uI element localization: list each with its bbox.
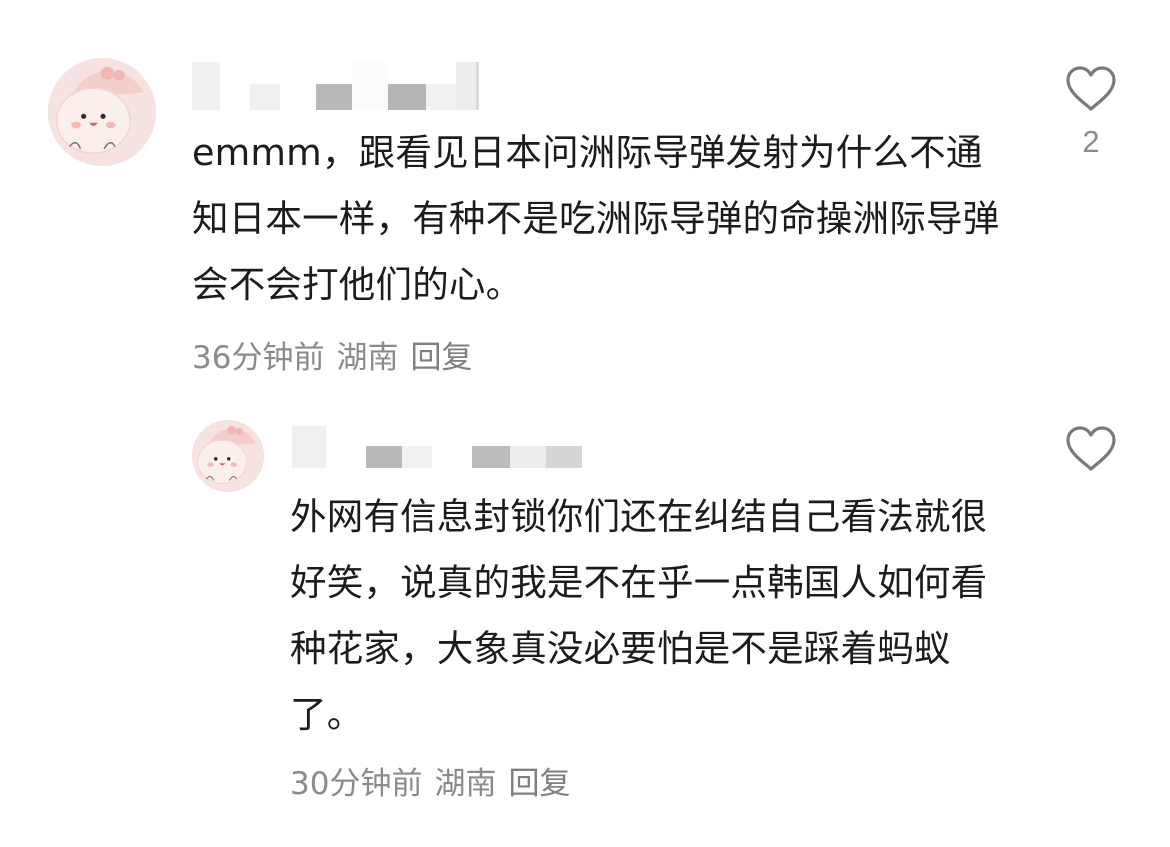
user-avatar[interactable] <box>48 58 156 166</box>
heart-outline-icon <box>1066 426 1116 471</box>
comment-time: 30分钟前 <box>290 766 423 802</box>
like-count: 2 <box>1082 124 1100 159</box>
reply-button[interactable]: 回复 <box>410 332 472 377</box>
comment-time: 36分钟前 <box>192 340 325 376</box>
cartoon-avatar-icon <box>192 420 264 492</box>
comment-meta: 30分钟前 湖南 回复 <box>290 758 570 803</box>
comment-text: emmm，跟看见日本问洲际导弹发射为什么不通知日本一样，有种不是吃洲际导弹的命操… <box>192 131 1000 306</box>
comment-item: emmm，跟看见日本问洲际导弹发射为什么不通知日本一样，有种不是吃洲际导弹的命操… <box>0 0 1170 400</box>
comment-text: 外网有信息封锁你们还在纠结自己看法就很好笑，说真的我是不在乎一点韩国人如何看种花… <box>290 495 988 736</box>
comment-meta: 36分钟前 湖南 回复 <box>192 332 472 377</box>
cartoon-avatar-icon <box>48 58 156 166</box>
like-button[interactable]: 2 <box>1060 64 1122 160</box>
heart-outline-icon <box>1066 66 1116 111</box>
username-redacted[interactable] <box>192 62 492 110</box>
reply-button[interactable]: 回复 <box>508 758 570 803</box>
like-button[interactable] <box>1060 424 1122 474</box>
comment-location: 湖南 <box>336 340 399 376</box>
user-avatar[interactable] <box>192 420 264 492</box>
comment-location: 湖南 <box>434 766 497 802</box>
reply-comment-item: 外网有信息封锁你们还在纠结自己看法就很好笑，说真的我是不在乎一点韩国人如何看种花… <box>0 400 1170 847</box>
username-redacted[interactable] <box>292 426 582 468</box>
